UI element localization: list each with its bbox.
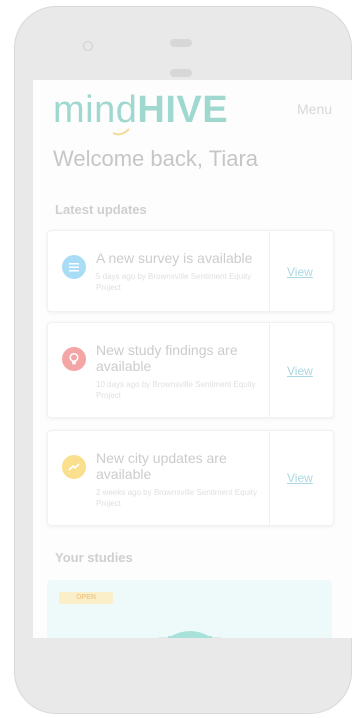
study-card[interactable]: OPEN	[47, 580, 332, 638]
card-divider	[269, 323, 270, 417]
update-title: New study findings are available	[96, 342, 238, 374]
speaker-grille	[170, 39, 192, 47]
update-card[interactable]: A new survey is available 5 days ago by …	[47, 230, 334, 312]
phone-chin	[33, 638, 352, 698]
camera-icon	[83, 41, 93, 51]
update-meta: 5 days ago by Brownsville Sentiment Equi…	[96, 272, 252, 292]
study-illustration-icon	[157, 631, 223, 638]
update-title: New city updates are available	[96, 450, 227, 482]
trend-icon	[62, 455, 86, 479]
sensor-bar	[170, 69, 192, 77]
mindhive-logo: mindHIVE	[53, 89, 229, 131]
lightbulb-icon	[62, 347, 86, 371]
update-meta: 2 weeks ago by Brownsville Sentiment Equ…	[96, 488, 257, 508]
view-link[interactable]: View	[287, 471, 313, 485]
update-meta: 10 days ago by Brownsville Sentiment Equ…	[96, 380, 256, 400]
view-link[interactable]: View	[287, 364, 313, 378]
welcome-heading: Welcome back, Tiara	[53, 146, 259, 171]
card-divider	[269, 431, 270, 525]
list-icon	[62, 255, 86, 279]
status-badge: OPEN	[59, 592, 113, 604]
logo-swoosh-icon	[112, 128, 130, 136]
update-card[interactable]: New city updates are available 2 weeks a…	[47, 430, 334, 526]
view-link[interactable]: View	[287, 265, 313, 279]
update-title: A new survey is available	[96, 250, 253, 266]
app-screen: mindHIVE Menu Welcome back, Tiara Latest…	[33, 80, 352, 638]
menu-button[interactable]: Menu	[297, 101, 332, 117]
update-card[interactable]: New study findings are available 10 days…	[47, 322, 334, 418]
card-divider	[269, 231, 270, 311]
latest-updates-heading: Latest updates	[55, 202, 147, 217]
your-studies-heading: Your studies	[55, 550, 133, 565]
